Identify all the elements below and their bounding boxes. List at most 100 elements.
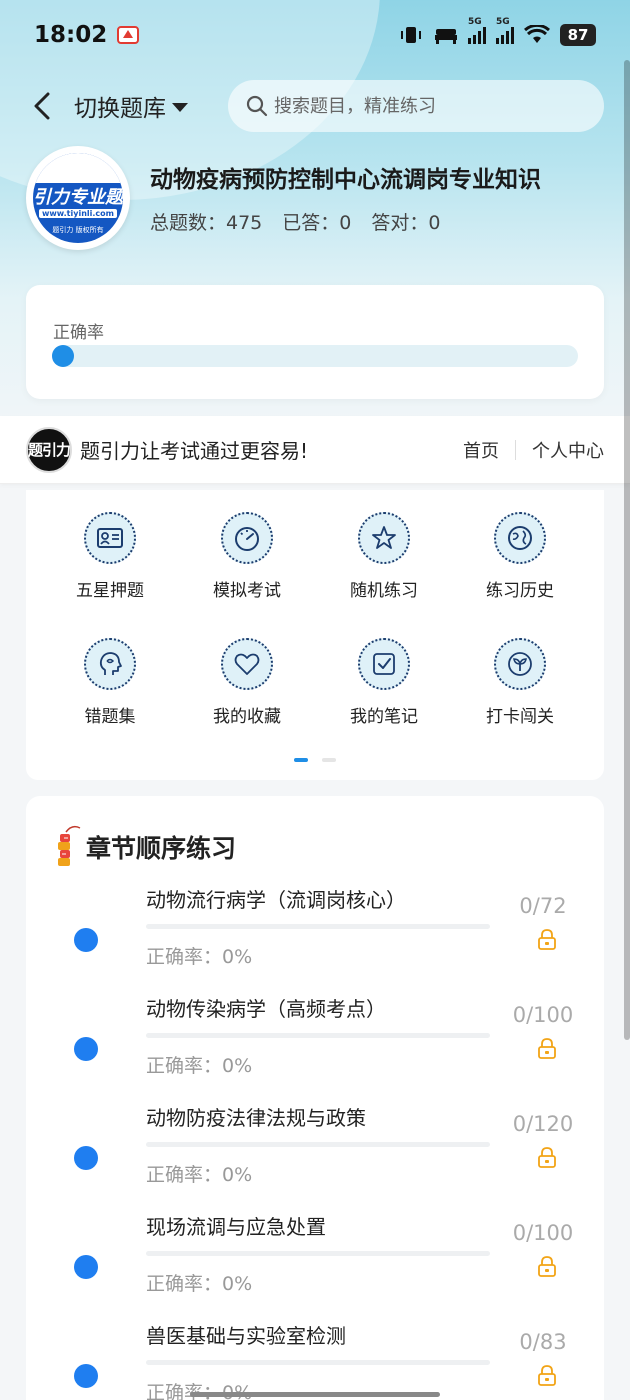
logo-sub-text: 题引力 版权所有	[52, 226, 104, 234]
pager-dots	[294, 758, 336, 762]
head-icon	[84, 638, 136, 690]
chapter-accuracy: 正确率：0%	[146, 1164, 253, 1186]
feature-check-in[interactable]: 打卡闯关	[455, 638, 585, 727]
feature-label: 打卡闯关	[486, 707, 554, 727]
feature-label: 我的笔记	[350, 707, 418, 727]
feature-notes[interactable]: 我的笔记	[319, 638, 449, 727]
chapter-accuracy: 正确率：0%	[146, 1273, 253, 1295]
feature-history[interactable]: 练习历史	[455, 512, 585, 601]
back-button[interactable]	[22, 86, 62, 126]
search-icon	[246, 95, 268, 117]
star-icon	[358, 512, 410, 564]
chapter-bullet	[74, 928, 98, 952]
feature-favorites[interactable]: 我的收藏	[182, 638, 312, 727]
feature-label: 五星押题	[76, 581, 144, 601]
pager-dot[interactable]	[322, 758, 336, 762]
caret-down-icon	[172, 103, 188, 112]
accuracy-label: 正确率	[53, 323, 104, 343]
chapter-count: 0/83	[519, 1330, 567, 1354]
signal-2-icon: 5G	[496, 17, 514, 44]
signal-1-icon: 5G	[468, 17, 486, 44]
home-link[interactable]: 首页	[463, 437, 499, 463]
id-card-icon	[84, 512, 136, 564]
chapter-progress-bar	[146, 1251, 490, 1256]
back-arrow-icon	[34, 92, 50, 120]
chapter-name: 动物防疫法律法规与政策	[146, 1106, 366, 1130]
search-bar[interactable]	[228, 80, 604, 132]
home-indicator[interactable]	[190, 1392, 440, 1397]
feature-label: 随机练习	[350, 581, 418, 601]
brand-slogan: 题引力让考试通过更容易!	[80, 439, 309, 463]
scrollbar[interactable]	[624, 60, 630, 1040]
chapter-accuracy: 正确率：0%	[146, 946, 253, 968]
brand-banner: 题引力 题引力让考试通过更容易! 首页 个人中心	[0, 416, 630, 484]
chapter-name: 动物流行病学（流调岗核心）	[146, 888, 406, 912]
chapter-count: 0/100	[512, 1003, 574, 1027]
chapter-progress-bar	[146, 1033, 490, 1038]
pager-dot-active[interactable]	[294, 758, 308, 762]
bank-title: 动物疫病预防控制中心流调岗专业知识	[150, 167, 541, 193]
chapter-count: 0/100	[512, 1221, 574, 1245]
chapter-item[interactable]: 动物传染病学（高频考点） 正确率：0% 0/100	[26, 993, 604, 1101]
accuracy-progress-bar	[52, 345, 578, 367]
status-icons: 5G 5G 87	[398, 17, 596, 46]
chapter-count: 0/120	[512, 1112, 574, 1136]
globe-icon	[494, 512, 546, 564]
feature-five-star[interactable]: 五星押题	[45, 512, 175, 601]
divider	[515, 439, 516, 460]
chapter-item[interactable]: 现场流调与应急处置 正确率：0% 0/100	[26, 1211, 604, 1319]
status-time: 18:02	[34, 22, 108, 48]
feature-random-practice[interactable]: 随机练习	[319, 512, 449, 601]
chapter-progress-bar	[146, 1142, 490, 1147]
battery-indicator: 87	[560, 24, 596, 46]
chapter-header: 章节顺序练习	[52, 824, 236, 870]
status-bar: 18:02 5G 5G 87	[0, 0, 630, 70]
correct-count: 答对：0	[371, 212, 441, 234]
lock-icon[interactable]	[536, 1146, 558, 1168]
bank-logo: 引力专业题 www.tiyinli.com 题引力 版权所有	[26, 146, 130, 250]
brand-logo: 题引力	[26, 426, 72, 473]
total-count: 总题数：475	[150, 212, 263, 234]
feature-label: 错题集	[84, 707, 136, 727]
feature-mock-exam[interactable]: 模拟考试	[182, 512, 312, 601]
chapter-bullet	[74, 1037, 98, 1061]
sprout-icon	[494, 638, 546, 690]
switch-bank-label: 切换题库	[74, 96, 166, 122]
switch-bank-dropdown[interactable]: 切换题库	[74, 89, 188, 123]
chapter-practice-card: 章节顺序练习 动物流行病学（流调岗核心） 正确率：0% 0/72 动物传染病学（…	[26, 796, 604, 1400]
feature-label: 练习历史	[486, 581, 554, 601]
feature-grid: 五星押题 模拟考试 随机练习 练习历史 错题集 我的收藏 我的笔记 打卡闯关	[26, 490, 604, 780]
bed-icon	[435, 29, 457, 44]
lock-icon[interactable]	[536, 1037, 558, 1059]
chapter-item[interactable]: 动物防疫法律法规与政策 正确率：0% 0/120	[26, 1102, 604, 1210]
chapter-name: 动物传染病学（高频考点）	[146, 997, 386, 1021]
bank-stats: 总题数：475 已答：0 答对：0	[150, 208, 440, 235]
firecracker-icon	[58, 825, 81, 866]
chapter-name: 兽医基础与实验室检测	[146, 1324, 346, 1348]
chapter-bullet	[74, 1146, 98, 1170]
notification-app-icon	[117, 26, 140, 44]
chapter-name: 现场流调与应急处置	[146, 1215, 326, 1239]
logo-url-text: www.tiyinli.com	[39, 209, 117, 218]
chapter-item[interactable]: 兽医基础与实验室检测 正确率：0% 0/83	[26, 1320, 604, 1400]
chapter-count: 0/72	[519, 894, 567, 918]
lock-icon[interactable]	[536, 928, 558, 950]
chapter-progress-bar	[146, 924, 490, 929]
bank-info: 引力专业题 www.tiyinli.com 题引力 版权所有 动物疫病预防控制中…	[26, 146, 606, 252]
feature-label: 我的收藏	[213, 707, 281, 727]
note-check-icon	[358, 638, 410, 690]
chapter-bullet	[74, 1255, 98, 1279]
lock-icon[interactable]	[536, 1255, 558, 1277]
speedometer-icon	[221, 512, 273, 564]
profile-link[interactable]: 个人中心	[532, 437, 604, 463]
chapter-item[interactable]: 动物流行病学（流调岗核心） 正确率：0% 0/72	[26, 884, 604, 992]
logo-main-text: 引力专业题	[33, 187, 123, 208]
chapter-section-title: 章节顺序练习	[86, 834, 237, 863]
feature-wrong-questions[interactable]: 错题集	[45, 638, 175, 727]
chapter-progress-bar	[146, 1360, 490, 1365]
accuracy-card: 正确率	[26, 285, 604, 399]
feature-label: 模拟考试	[213, 581, 281, 601]
search-input[interactable]	[274, 95, 574, 117]
lock-icon[interactable]	[536, 1364, 558, 1386]
heart-icon	[221, 638, 273, 690]
